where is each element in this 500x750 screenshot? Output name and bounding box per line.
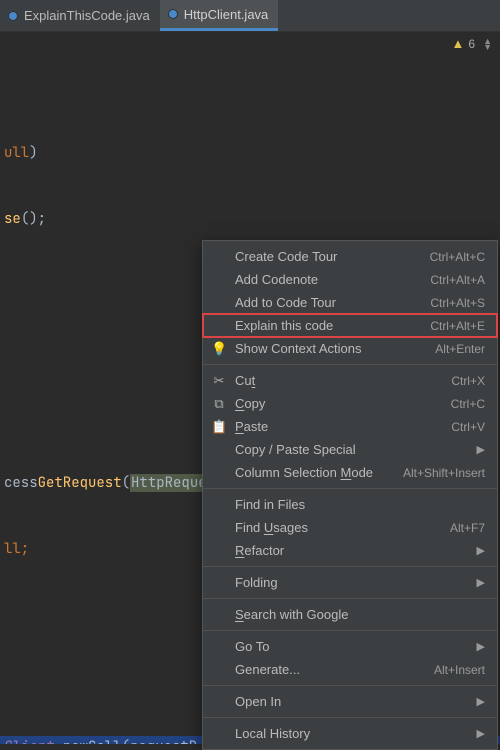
menu-item-shortcut: Alt+Enter — [435, 342, 485, 356]
menu-item-label: Local History — [235, 726, 469, 741]
menu-item-open-in[interactable]: Open In ▶ — [203, 690, 497, 713]
menu-item-label: Generate... — [235, 662, 426, 677]
menu-item-shortcut: Ctrl+V — [451, 420, 485, 434]
menu-item-label: Search with Google — [235, 607, 485, 622]
menu-item-label: Explain this code — [235, 318, 422, 333]
tab-explainthiscode[interactable]: ExplainThisCode.java — [0, 0, 160, 31]
menu-item-label: Find Usages — [235, 520, 442, 535]
menu-item-label: Go To — [235, 639, 469, 654]
tab-httpclient[interactable]: HttpClient.java — [160, 0, 279, 31]
menu-item-label: Paste — [235, 419, 443, 434]
menu-item-folding[interactable]: Folding ▶ — [203, 571, 497, 594]
bulb-icon: 💡 — [211, 341, 227, 357]
menu-item-create-code-tour[interactable]: Create Code Tour Ctrl+Alt+C — [203, 245, 497, 268]
menu-item-add-codenote[interactable]: Add Codenote Ctrl+Alt+A — [203, 268, 497, 291]
menu-item-label: Add Codenote — [235, 272, 422, 287]
menu-separator — [203, 598, 497, 599]
menu-item-shortcut: Ctrl+X — [451, 374, 485, 388]
menu-item-search-with-google[interactable]: Search with Google — [203, 603, 497, 626]
menu-item-find-usages[interactable]: Find Usages Alt+F7 — [203, 516, 497, 539]
menu-item-copy[interactable]: ⧉ Copy Ctrl+C — [203, 392, 497, 415]
menu-separator — [203, 630, 497, 631]
paste-icon: 📋 — [211, 419, 227, 435]
chevron-right-icon: ▶ — [477, 576, 485, 589]
menu-item-cut[interactable]: ✂ Cut Ctrl+X — [203, 369, 497, 392]
menu-item-label: Refactor — [235, 543, 469, 558]
menu-item-find-in-files[interactable]: Find in Files — [203, 493, 497, 516]
menu-item-label: Column Selection Mode — [235, 465, 395, 480]
menu-item-paste[interactable]: 📋 Paste Ctrl+V — [203, 415, 497, 438]
context-menu: Create Code Tour Ctrl+Alt+C Add Codenote Ct… — [202, 240, 498, 750]
menu-item-go-to[interactable]: Go To ▶ — [203, 635, 497, 658]
menu-item-label: Open In — [235, 694, 469, 709]
menu-item-label: Show Context Actions — [235, 341, 427, 356]
chevron-right-icon: ▶ — [477, 695, 485, 708]
menu-separator — [203, 364, 497, 365]
tab-label: HttpClient.java — [184, 7, 269, 22]
menu-item-shortcut: Ctrl+Alt+A — [430, 273, 485, 287]
menu-item-explain-this-code[interactable]: Explain this code Ctrl+Alt+E — [203, 314, 497, 337]
chevron-right-icon: ▶ — [477, 544, 485, 557]
chevron-right-icon: ▶ — [477, 640, 485, 653]
file-icon — [8, 11, 18, 21]
menu-separator — [203, 717, 497, 718]
chevron-right-icon: ▶ — [477, 443, 485, 456]
menu-item-local-history[interactable]: Local History ▶ — [203, 722, 497, 745]
copy-icon: ⧉ — [211, 396, 227, 412]
editor-tabs: ExplainThisCode.java HttpClient.java — [0, 0, 500, 32]
menu-item-shortcut: Alt+Shift+Insert — [403, 466, 485, 480]
menu-item-shortcut: Alt+F7 — [450, 521, 485, 535]
menu-item-generate[interactable]: Generate... Alt+Insert — [203, 658, 497, 681]
menu-item-show-context-actions[interactable]: 💡 Show Context Actions Alt+Enter — [203, 337, 497, 360]
menu-item-add-to-code-tour[interactable]: Add to Code Tour Ctrl+Alt+S — [203, 291, 497, 314]
menu-item-column-selection-mode[interactable]: Column Selection Mode Alt+Shift+Insert — [203, 461, 497, 484]
menu-item-label: Folding — [235, 575, 469, 590]
menu-item-shortcut: Ctrl+Alt+S — [430, 296, 485, 310]
menu-item-label: Create Code Tour — [235, 249, 422, 264]
menu-item-label: Copy / Paste Special — [235, 442, 469, 457]
menu-separator — [203, 566, 497, 567]
menu-item-copy-paste-special[interactable]: Copy / Paste Special ▶ — [203, 438, 497, 461]
chevron-right-icon: ▶ — [477, 727, 485, 740]
menu-separator — [203, 685, 497, 686]
menu-item-label: Cut — [235, 373, 443, 388]
menu-item-shortcut: Ctrl+C — [451, 397, 485, 411]
menu-item-shortcut: Ctrl+Alt+C — [430, 250, 485, 264]
menu-item-refactor[interactable]: Refactor ▶ — [203, 539, 497, 562]
cut-icon: ✂ — [211, 373, 227, 389]
tab-label: ExplainThisCode.java — [24, 8, 150, 23]
menu-separator — [203, 488, 497, 489]
menu-item-shortcut: Alt+Insert — [434, 663, 485, 677]
menu-item-label: Add to Code Tour — [235, 295, 422, 310]
file-icon — [168, 9, 178, 19]
menu-item-label: Copy — [235, 396, 443, 411]
menu-item-shortcut: Ctrl+Alt+E — [430, 319, 485, 333]
menu-item-label: Find in Files — [235, 497, 485, 512]
